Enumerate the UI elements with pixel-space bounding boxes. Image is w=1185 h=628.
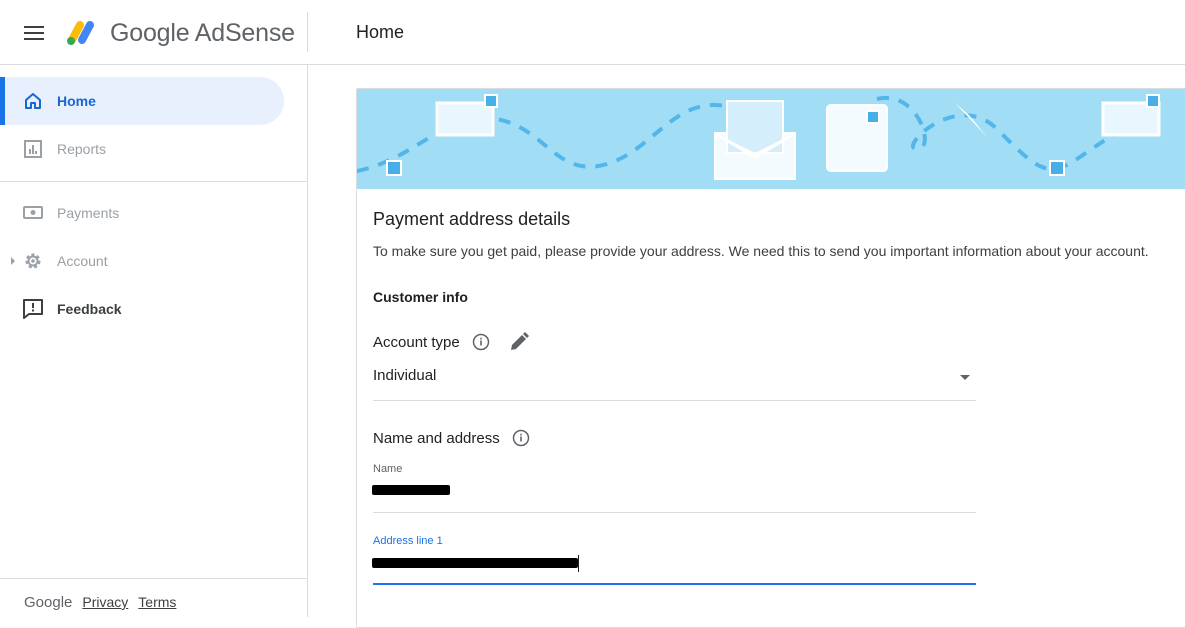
name-address-row: Name and address: [373, 429, 530, 447]
redaction-mark: [372, 558, 578, 568]
info-icon[interactable]: [512, 429, 530, 447]
account-type-select[interactable]: Individual: [373, 367, 976, 401]
sidebar-item-home[interactable]: Home: [0, 77, 284, 125]
privacy-link[interactable]: Privacy: [82, 594, 128, 610]
expand-arrow-icon[interactable]: [11, 257, 15, 265]
pencil-edit-icon[interactable]: [508, 331, 530, 353]
page-title: Home: [356, 22, 405, 42]
feedback-icon: [22, 298, 44, 320]
home-icon: [22, 90, 44, 112]
info-icon[interactable]: [472, 333, 490, 351]
sidebar-item-label: Payments: [57, 205, 120, 221]
form-body: Payment address details To make sure you…: [372, 209, 1178, 585]
account-type-label: Account type: [373, 333, 460, 351]
sidebar-item-payments[interactable]: Payments: [0, 189, 284, 237]
text-cursor: [578, 555, 579, 572]
footer-divider: [0, 578, 307, 579]
sidebar-item-account[interactable]: Account: [0, 237, 284, 285]
name-address-heading: Name and address: [373, 429, 500, 447]
redaction-mark: [372, 485, 450, 495]
customer-info-heading: Customer info: [373, 289, 468, 305]
sidebar-divider: [0, 181, 307, 182]
payments-icon: [22, 202, 44, 224]
name-field[interactable]: Name: [372, 463, 976, 513]
hamburger-menu-icon[interactable]: [20, 20, 48, 46]
bar-chart-icon: [22, 138, 44, 160]
gear-icon: [22, 250, 44, 272]
dropdown-caret-icon: [960, 375, 970, 380]
field-underline: [373, 512, 976, 513]
card-title: Payment address details: [373, 209, 571, 229]
sidebar-nav: Home Reports Payments Account Feedback G…: [0, 65, 308, 617]
address-line1-field[interactable]: Address line 1: [372, 535, 976, 585]
sidebar-item-reports[interactable]: Reports: [0, 125, 284, 173]
sidebar-item-feedback[interactable]: Feedback: [0, 285, 284, 333]
card-description: To make sure you get paid, please provid…: [373, 243, 1149, 259]
app-logo-text: Google AdSense: [110, 19, 295, 47]
sidebar-item-label: Feedback: [57, 301, 122, 317]
sidebar-item-label: Account: [57, 253, 108, 269]
field-underline: [373, 583, 976, 585]
mail-illustration-banner: [357, 89, 1185, 189]
google-footer-logo: Google: [24, 594, 73, 611]
address-line1-label: Address line 1: [373, 535, 443, 547]
name-field-label: Name: [373, 463, 403, 475]
account-type-row: Account type: [373, 331, 530, 353]
account-type-value: Individual: [373, 367, 437, 384]
top-app-bar: Google AdSense Home: [0, 0, 1185, 65]
sidebar-item-label: Reports: [57, 141, 107, 157]
sidebar-item-label: Home: [57, 93, 96, 109]
payment-address-card: Payment address details To make sure you…: [356, 88, 1185, 628]
terms-link[interactable]: Terms: [138, 594, 176, 610]
header-divider: [307, 12, 308, 52]
sidebar-footer: Google Privacy Terms: [24, 594, 176, 611]
adsense-logo-icon: [67, 21, 94, 45]
